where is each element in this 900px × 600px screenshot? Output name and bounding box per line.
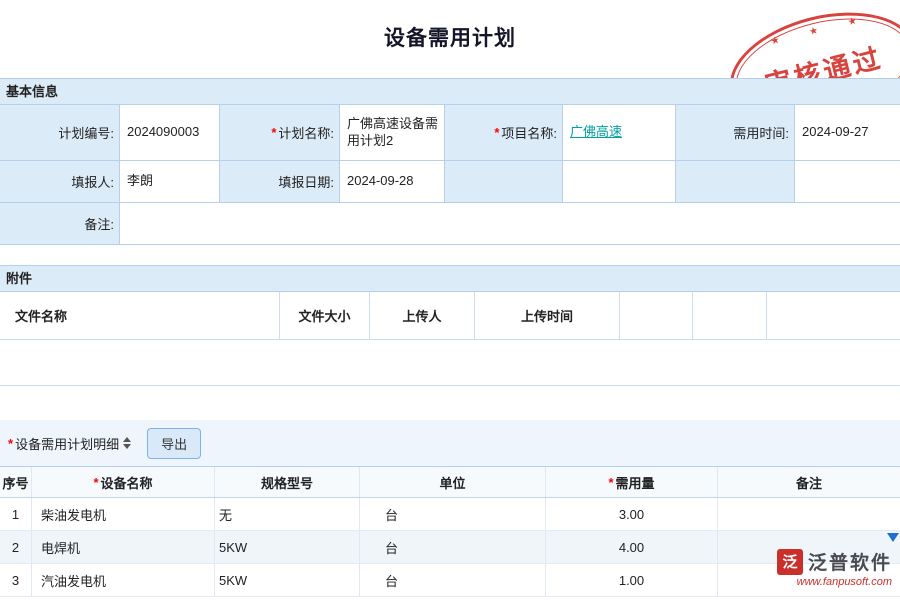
filler-label: 填报人: <box>0 161 120 203</box>
attach-col-empty-1 <box>620 292 693 339</box>
plan-no-label-text: 计划编号: <box>58 123 114 142</box>
fanpu-seal-icon: 泛 <box>777 549 803 575</box>
cell-seq: 2 <box>0 531 32 563</box>
export-button[interactable]: 导出 <box>147 428 201 459</box>
empty-value-1 <box>563 161 676 203</box>
plan-name-label-text: 计划名称: <box>278 123 334 142</box>
project-link[interactable]: 广佛高速 <box>570 124 622 141</box>
cell-equipment-name: 电焊机 <box>32 531 215 563</box>
cell-unit: 台 <box>360 498 546 530</box>
page-title: 设备需用计划 <box>0 22 900 52</box>
required-marker: * <box>608 475 613 490</box>
project-label: * 项目名称: <box>445 105 563 161</box>
attach-col-uploadtime: 上传时间 <box>475 292 620 339</box>
plan-name-value: 广佛高速设备需用计划2 <box>340 105 445 161</box>
fanpu-brand-text: 泛普软件 <box>808 548 892 575</box>
cell-spec-model: 无 <box>215 498 360 530</box>
col-required-qty: * 需用量 <box>546 467 718 497</box>
remark-label: 备注: <box>0 203 120 245</box>
attachments-table: 文件名称 文件大小 上传人 上传时间 <box>0 292 900 386</box>
required-marker: * <box>8 436 13 451</box>
plan-name-label: * 计划名称: <box>220 105 340 161</box>
required-marker: * <box>271 125 276 140</box>
remark-label-text: 备注: <box>84 214 114 233</box>
col-equipment-name: * 设备名称 <box>32 467 215 497</box>
fanpu-site-text: www.fanpusoft.com <box>752 576 892 588</box>
sort-toggle-icon[interactable] <box>123 437 131 449</box>
cell-required-qty: 1.00 <box>546 564 718 596</box>
fanpu-logo: 泛 泛普软件 www.fanpusoft.com <box>752 548 892 588</box>
cell-unit: 台 <box>360 564 546 596</box>
col-unit: 单位 <box>360 467 546 497</box>
need-time-value: 2024-09-27 <box>795 105 900 161</box>
cell-seq: 1 <box>0 498 32 530</box>
sort-up-arrow-icon <box>123 437 131 442</box>
plan-no-label: 计划编号: <box>0 105 120 161</box>
section-basic-info: 基本信息 <box>0 78 900 105</box>
cell-unit: 台 <box>360 531 546 563</box>
col-seq: 序号 <box>0 467 32 497</box>
cell-remark <box>718 498 900 530</box>
project-value: 广佛高速 <box>563 105 676 161</box>
detail-section-header: * 设备需用计划明细 导出 <box>0 420 900 466</box>
cell-spec-model: 5KW <box>215 531 360 563</box>
required-marker: * <box>494 125 499 140</box>
need-time-label-text: 需用时间: <box>733 123 789 142</box>
col-required-qty-text: 需用量 <box>616 473 655 492</box>
filler-label-text: 填报人: <box>71 172 114 191</box>
project-label-text: 项目名称: <box>501 123 557 142</box>
attach-col-filename: 文件名称 <box>0 292 280 339</box>
attach-col-empty-3 <box>767 292 900 339</box>
empty-value-2 <box>795 161 900 203</box>
sort-down-arrow-icon <box>123 444 131 449</box>
plan-no-value: 2024090003 <box>120 105 220 161</box>
cell-equipment-name: 汽油发电机 <box>32 564 215 596</box>
cell-spec-model: 5KW <box>215 564 360 596</box>
filler-value: 李朗 <box>120 161 220 203</box>
empty-label-2 <box>676 161 795 203</box>
cell-seq: 3 <box>0 564 32 596</box>
required-marker: * <box>93 475 98 490</box>
cell-required-qty: 3.00 <box>546 498 718 530</box>
table-row: 1 柴油发电机 无 台 3.00 <box>0 498 900 531</box>
scrollbar-down-arrow[interactable] <box>886 528 900 546</box>
empty-label-1 <box>445 161 563 203</box>
col-equipment-name-text: 设备名称 <box>101 473 153 492</box>
detail-section-title: 设备需用计划明细 <box>15 434 119 453</box>
fill-date-value: 2024-09-28 <box>340 161 445 203</box>
col-spec-model: 规格型号 <box>215 467 360 497</box>
basic-info-form: 计划编号: 2024090003 * 计划名称: 广佛高速设备需用计划2 * 项… <box>0 105 900 245</box>
cell-required-qty: 4.00 <box>546 531 718 563</box>
attachments-empty-row <box>0 340 900 386</box>
attach-col-uploader: 上传人 <box>370 292 475 339</box>
detail-header-row: 序号 * 设备名称 规格型号 单位 * 需用量 备注 <box>0 466 900 498</box>
fill-date-label-text: 填报日期: <box>278 172 334 191</box>
attachments-header-row: 文件名称 文件大小 上传人 上传时间 <box>0 292 900 340</box>
attach-col-empty-2 <box>693 292 767 339</box>
section-attachments: 附件 <box>0 265 900 292</box>
fanpu-logo-row: 泛 泛普软件 <box>752 548 892 575</box>
down-arrow-icon <box>887 533 899 542</box>
cell-equipment-name: 柴油发电机 <box>32 498 215 530</box>
remark-value <box>120 203 900 245</box>
need-time-label: 需用时间: <box>676 105 795 161</box>
attach-col-filesize: 文件大小 <box>280 292 370 339</box>
col-remark: 备注 <box>718 467 900 497</box>
fill-date-label: 填报日期: <box>220 161 340 203</box>
